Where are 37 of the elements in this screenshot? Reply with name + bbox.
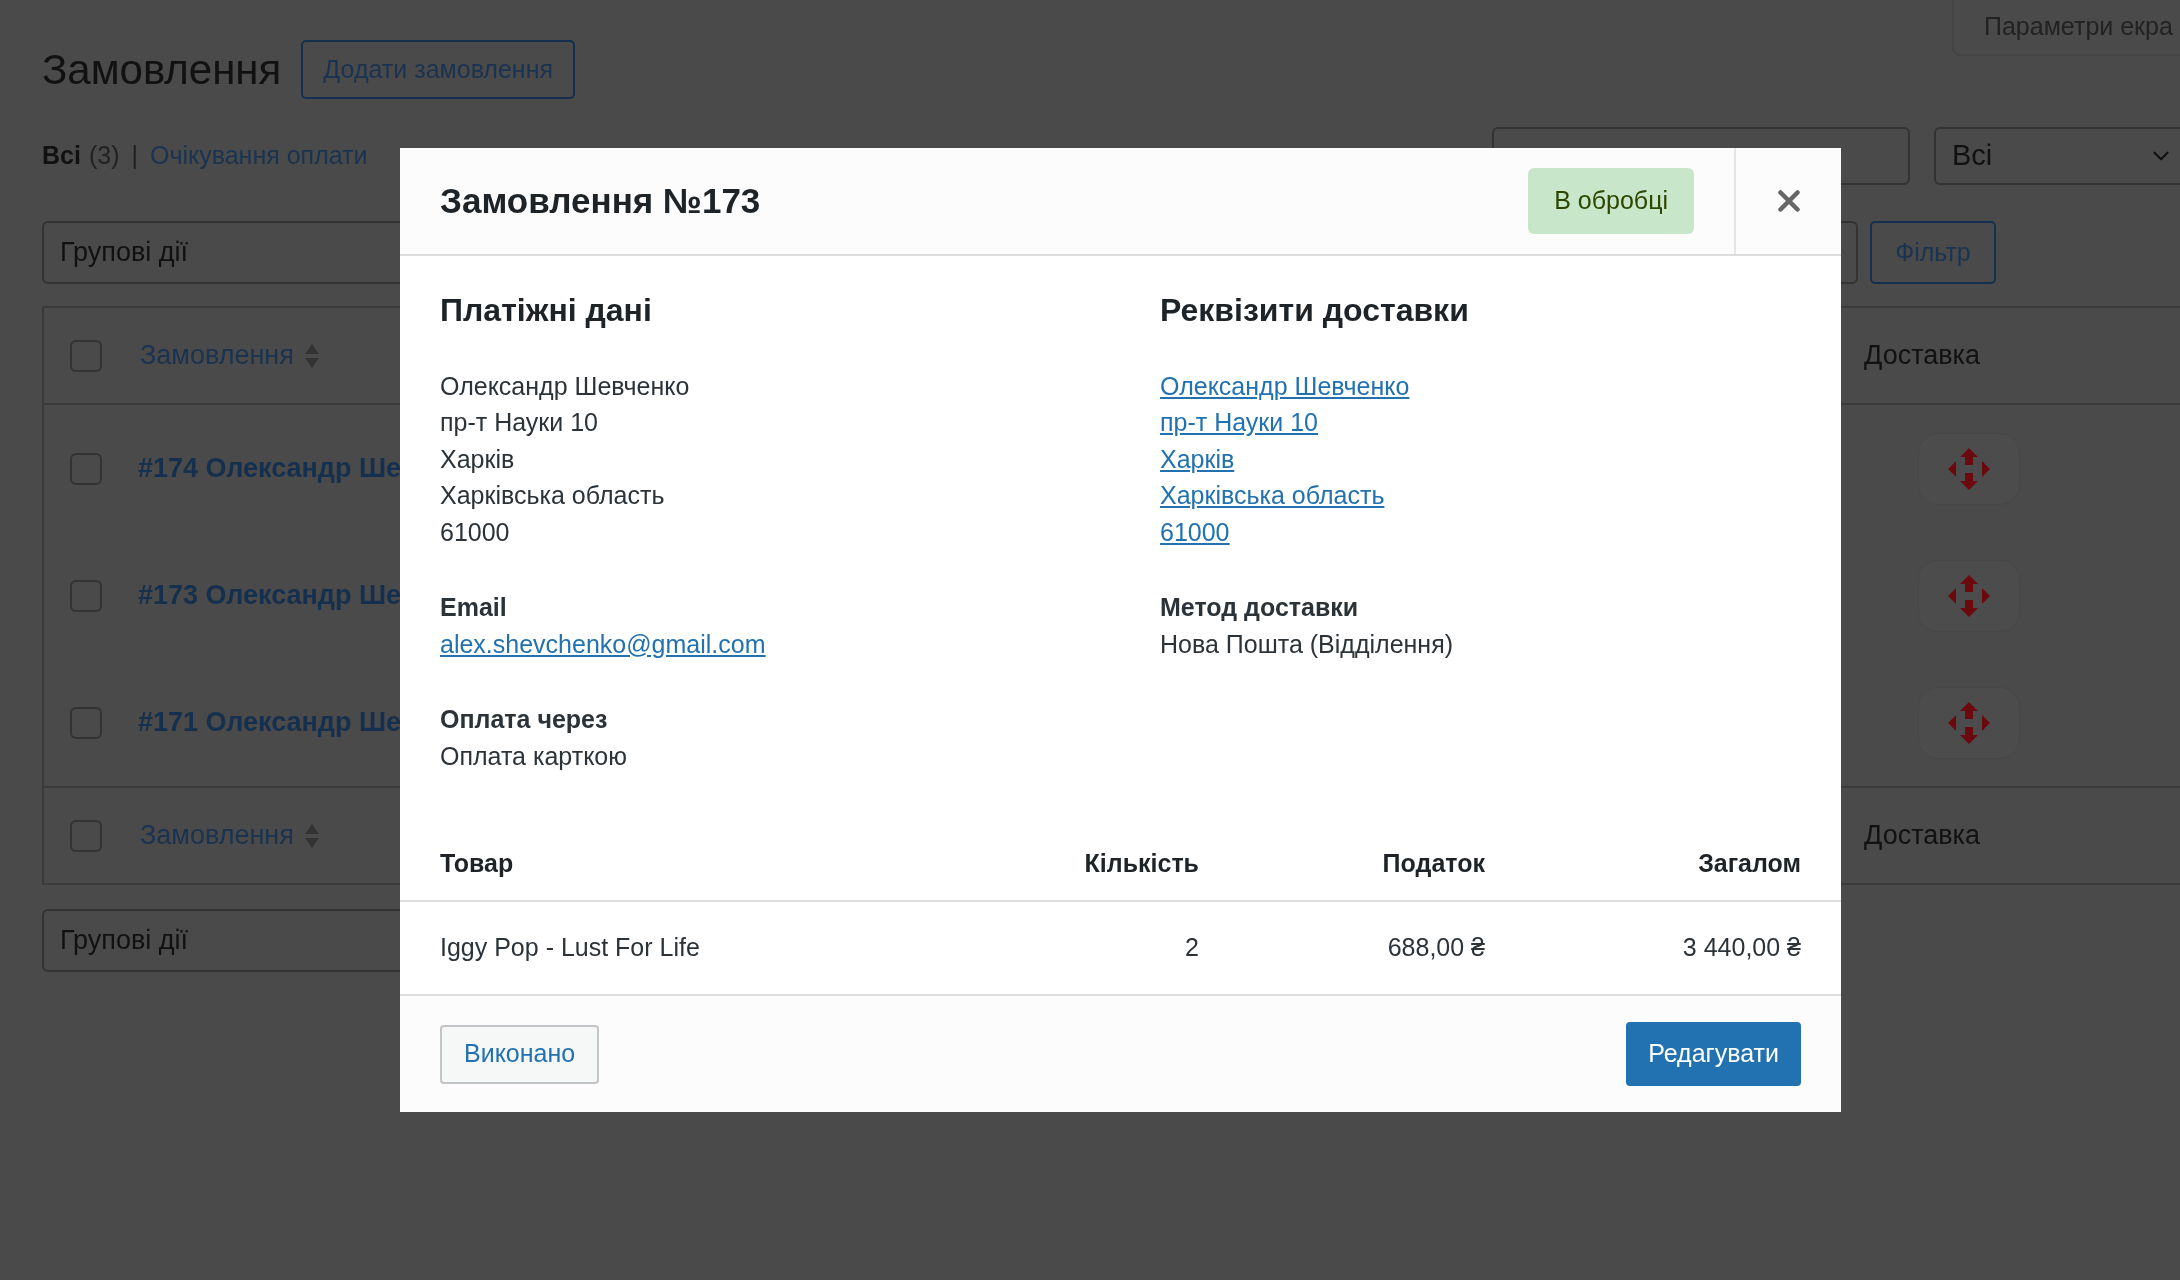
table-cell-text: 688,00 ₴ (1386, 932, 1485, 964)
email-link[interactable]: alex.shevchenko@gmail.com (440, 625, 766, 662)
separator: | (131, 140, 138, 172)
arrows-logo-icon (1948, 701, 1990, 744)
payment-method: Оплата карткою (440, 740, 628, 772)
arrows-logo-icon (1948, 447, 1990, 490)
address-line: Олександр Шевченко (440, 370, 691, 402)
field-label: Оплата через (440, 704, 609, 735)
shipping-method: Нова Пошта (Відділення) (1160, 628, 1454, 660)
arrows-logo-icon (1948, 574, 1990, 617)
address-link[interactable]: 61000 (1160, 513, 1230, 550)
column-header: Доставка (1864, 339, 1980, 373)
column-header: Загалом (1697, 848, 1801, 880)
section-heading: Платіжні дані (440, 292, 653, 329)
field-label: Email (440, 592, 508, 623)
address-link[interactable]: Харків (1160, 440, 1235, 477)
address-link[interactable]: Олександр Шевченко (1160, 367, 1410, 404)
address-link[interactable]: Харківська область (1160, 477, 1385, 514)
edit-button[interactable]: Редагувати (1626, 1022, 1801, 1086)
address-line: Харків (440, 443, 516, 475)
modal-title: Замовлення №173 (440, 179, 761, 222)
field-label: Метод доставки (1160, 592, 1360, 623)
column-header: Доставка (1864, 819, 1980, 853)
section-heading: Реквізити доставки (1160, 292, 1470, 329)
page-title: Замовлення (42, 45, 282, 95)
address-link[interactable]: пр-т Науки 10 (1160, 404, 1318, 441)
table-cell-text: 3 440,00 ₴ (1681, 932, 1801, 964)
address-line: пр-т Науки 10 (440, 407, 599, 438)
table-cell-text: 2 (1184, 932, 1199, 964)
column-header: Товар (440, 848, 515, 880)
address-line: Харківська область (440, 480, 666, 511)
column-header: Податок (1381, 848, 1485, 880)
status-badge: В обробці (1528, 168, 1694, 234)
complete-button[interactable]: Виконано (440, 1024, 600, 1084)
address-line: 61000 (440, 516, 511, 548)
status-select[interactable]: Всі (1934, 127, 2180, 185)
column-header: Кількість (1083, 848, 1199, 880)
